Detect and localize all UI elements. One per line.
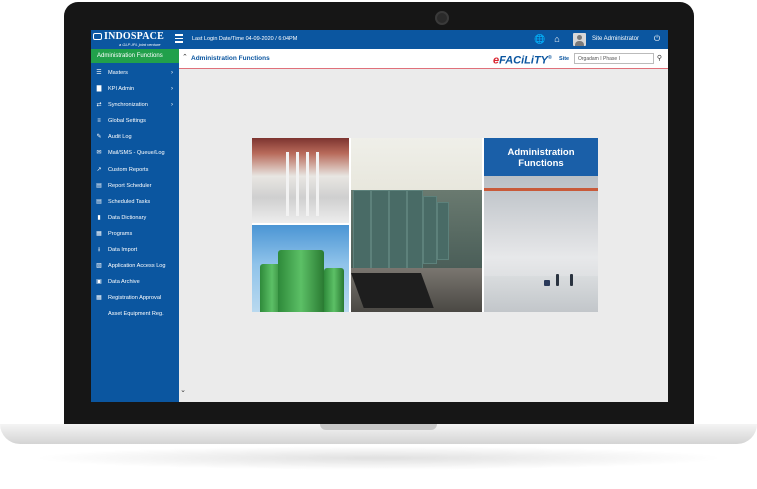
sidebar-item-masters[interactable]: ☰ Masters › — [91, 65, 179, 81]
site-search-input[interactable] — [574, 53, 654, 64]
archive-icon: ▣ — [96, 279, 102, 286]
warehouse-cleaning-photo — [484, 176, 598, 312]
file-icon: ▤ — [96, 182, 102, 189]
hamburger-menu-icon[interactable] — [175, 34, 183, 44]
edit-icon: ✎ — [96, 134, 102, 141]
sidebar-item-administration-functions[interactable]: Administration Functions — [91, 49, 179, 63]
logo-tagline: a GLP-IPL joint venture — [119, 42, 161, 47]
list-icon: ☰ — [96, 70, 102, 76]
line-chart-icon: ↗ — [96, 166, 102, 173]
sidebar: Administration Functions ☰ Masters › ▇ KPI A… — [91, 49, 179, 402]
sidebar-item-label: Synchronization — [108, 102, 148, 109]
download-icon: ⭳ — [97, 247, 101, 254]
efacility-logo: eFACiLiTY® — [493, 54, 552, 67]
sidebar-item-label: Scheduled Tasks — [108, 198, 151, 205]
sidebar-item-label: Programs — [108, 230, 133, 237]
chevron-right-icon: › — [171, 102, 173, 109]
sidebar-item-data-import[interactable]: ⭳ Data Import — [91, 242, 179, 258]
sidebar-item-global-settings[interactable]: ≡ Global Settings — [91, 113, 179, 129]
document-icon: ▧ — [96, 263, 102, 270]
warehouse-interior-photo — [252, 138, 349, 223]
banner-title: Administration Functions — [507, 147, 575, 169]
bar-chart-icon: ▇ — [96, 86, 102, 93]
user-name[interactable]: Site Administrator — [592, 35, 639, 43]
sliders-icon: ≡ — [97, 118, 101, 125]
sidebar-item-audit-log[interactable]: ✎ Audit Log — [91, 129, 179, 145]
banner-title-box: Administration Functions — [484, 138, 598, 176]
laptop-notch — [320, 424, 437, 430]
sidebar-item-data-dictionary[interactable]: ▮ Data Dictionary — [91, 210, 179, 226]
admin-functions-banner: Administration Functions — [252, 138, 598, 312]
table-icon: ▦ — [96, 230, 102, 237]
sidebar-item-label: Global Settings — [108, 118, 146, 125]
sidebar-item-label: Data Import — [108, 247, 138, 254]
chevron-right-icon: › — [171, 86, 173, 93]
sidebar-item-scheduled-tasks[interactable]: ▤ Scheduled Tasks — [91, 194, 179, 210]
sidebar-item-label: Registration Approval — [108, 295, 162, 302]
book-icon: ▮ — [97, 214, 101, 221]
chevron-down-icon[interactable]: ⌄ — [179, 387, 187, 395]
sidebar-item-report-scheduler[interactable]: ▤ Report Scheduler — [91, 178, 179, 194]
sidebar-item-application-access-log[interactable]: ▧ Application Access Log — [91, 258, 179, 274]
last-login-text: Last Login Date/Time 04-09-2020 / 6:04PM — [192, 36, 298, 42]
grid-icon: ▦ — [96, 295, 102, 302]
sidebar-item-kpi-admin[interactable]: ▇ KPI Admin › — [91, 81, 179, 97]
sidebar-menu: ☰ Masters › ▇ KPI Admin › ⇄ Synchronization › ≡ Gl… — [91, 65, 179, 323]
content-header: ⌃ Administration Functions eFACiLiTY® Si… — [179, 49, 668, 69]
sidebar-item-label: Mail/SMS - Queue/Log — [108, 150, 165, 157]
sidebar-item-label: Application Access Log — [108, 263, 166, 270]
file-text-icon: ▤ — [96, 198, 102, 205]
chevron-right-icon: › — [171, 70, 173, 76]
sidebar-item-label: Audit Log — [108, 134, 132, 141]
top-bar: INDOSPACE a GLP-IPL joint venture Last L… — [91, 30, 668, 49]
site-label: Site — [559, 56, 570, 62]
home-icon[interactable]: ⌂ — [552, 34, 562, 44]
laptop-shadow — [30, 446, 727, 470]
sidebar-item-label: Data Dictionary — [108, 214, 147, 221]
webcam — [435, 11, 449, 25]
logo-mark-icon — [93, 33, 102, 40]
page-title: Administration Functions — [191, 55, 270, 62]
sidebar-item-custom-reports[interactable]: ↗ Custom Reports — [91, 162, 179, 178]
globe-icon[interactable]: 🌐 — [534, 34, 545, 44]
sidebar-item-asset-equipment-reg[interactable]: Asset Equipment Reg. — [91, 306, 179, 322]
chevron-up-icon[interactable]: ⌃ — [182, 54, 188, 62]
indospace-logo[interactable]: INDOSPACE a GLP-IPL joint venture — [93, 31, 173, 48]
sidebar-item-programs[interactable]: ▦ Programs — [91, 226, 179, 242]
app-screen: INDOSPACE a GLP-IPL joint venture Last L… — [91, 30, 668, 402]
mail-icon: ✉ — [96, 150, 102, 157]
sidebar-item-data-archive[interactable]: ▣ Data Archive — [91, 274, 179, 290]
electrical-panels-photo — [351, 138, 482, 312]
sidebar-item-label: Asset Equipment Reg. — [108, 311, 164, 318]
sidebar-item-label: Report Scheduler — [108, 182, 152, 189]
water-tanks-photo — [252, 225, 349, 312]
sync-icon: ⇄ — [96, 102, 102, 109]
sidebar-item-label: Masters — [108, 70, 128, 76]
sidebar-item-registration-approval[interactable]: ▦ Registration Approval — [91, 290, 179, 306]
sidebar-item-label: KPI Admin — [108, 86, 135, 93]
user-avatar[interactable] — [573, 33, 586, 46]
sidebar-item-label: Custom Reports — [108, 166, 149, 173]
power-icon[interactable]: ⏻ — [652, 34, 662, 44]
sidebar-item-mail-sms-queue-log[interactable]: ✉ Mail/SMS - Queue/Log — [91, 145, 179, 161]
logo-text: INDOSPACE — [104, 31, 164, 42]
sidebar-item-label: Data Archive — [108, 279, 140, 286]
search-icon[interactable]: ⚲ — [654, 53, 665, 64]
sidebar-item-synchronization[interactable]: ⇄ Synchronization › — [91, 97, 179, 113]
